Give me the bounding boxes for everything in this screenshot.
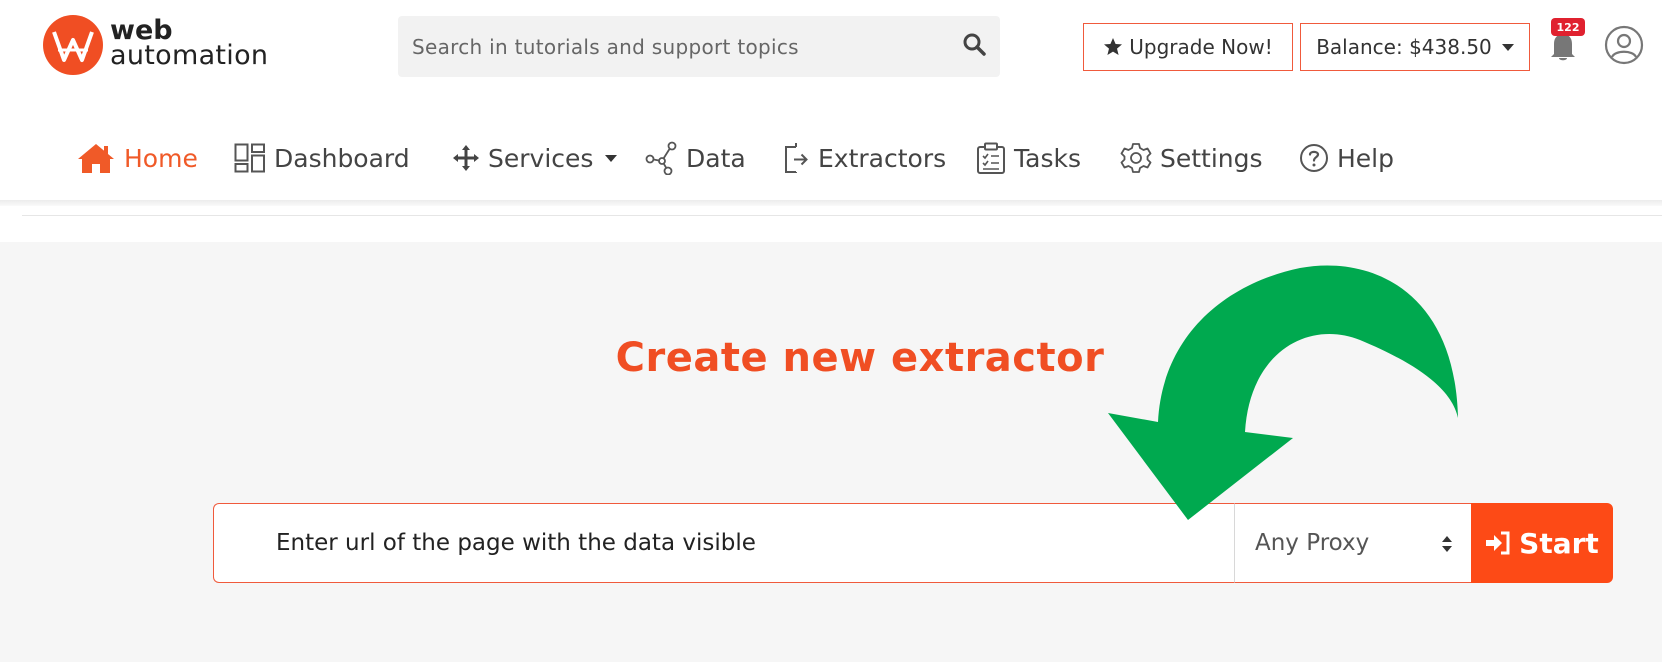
sign-in-icon (1486, 531, 1510, 555)
nav-settings-label: Settings (1160, 143, 1263, 173)
main-nav: Home Dashboard Services Data Extractors … (0, 130, 1662, 186)
nav-home-label: Home (124, 143, 198, 173)
nav-data-label: Data (686, 143, 746, 173)
brand-name-line2: automation (110, 40, 269, 71)
extractor-form: Any Proxy Start (213, 503, 1613, 583)
move-icon (453, 145, 479, 171)
notification-badge: 122 (1551, 18, 1585, 36)
url-input[interactable] (213, 503, 1235, 583)
clipboard-icon (977, 142, 1005, 174)
balance-label: Balance: $438.50 (1316, 35, 1492, 59)
nav-help-label: Help (1337, 143, 1394, 173)
nav-extractors-label: Extractors (818, 143, 947, 173)
dashboard-icon (234, 143, 265, 173)
nav-data[interactable]: Data (644, 130, 746, 186)
start-label: Start (1519, 526, 1599, 560)
logo-icon (43, 15, 103, 75)
nav-settings[interactable]: Settings (1120, 130, 1263, 186)
star-icon (1104, 38, 1123, 55)
chevron-down-icon (605, 154, 618, 162)
upgrade-button[interactable]: Upgrade Now! (1083, 23, 1293, 71)
page-title: Create new extractor (615, 335, 1105, 381)
search-box (398, 16, 1000, 77)
nav-extractors[interactable]: Extractors (784, 130, 946, 186)
nav-help[interactable]: Help (1299, 130, 1394, 186)
home-icon (78, 144, 114, 173)
nav-shadow (0, 200, 1662, 206)
nav-home[interactable]: Home (76, 130, 198, 186)
nav-services-label: Services (488, 143, 594, 173)
select-arrows-icon (1442, 536, 1452, 552)
nav-services[interactable]: Services (452, 130, 618, 186)
divider (22, 215, 1662, 216)
start-button[interactable]: Start (1471, 503, 1613, 583)
balance-dropdown[interactable]: Balance: $438.50 (1300, 23, 1530, 71)
nav-dashboard[interactable]: Dashboard (234, 130, 410, 186)
nodes-icon (645, 141, 677, 175)
help-icon (1300, 144, 1328, 172)
search-icon[interactable] (960, 30, 990, 60)
nav-tasks-label: Tasks (1014, 143, 1081, 173)
proxy-selected-value: Any Proxy (1255, 530, 1370, 556)
search-input[interactable] (398, 16, 938, 77)
chevron-down-icon (1501, 43, 1514, 51)
nav-dashboard-label: Dashboard (274, 143, 410, 173)
upgrade-label: Upgrade Now! (1129, 35, 1273, 59)
gear-icon (1120, 143, 1152, 173)
main-content (0, 242, 1662, 662)
brand-logo[interactable]: web automation (42, 14, 302, 76)
proxy-select[interactable]: Any Proxy (1234, 503, 1471, 583)
sign-out-icon (785, 143, 808, 173)
top-bar: web automation Upgrade Now! Balance: $43… (0, 0, 1662, 95)
nav-tasks[interactable]: Tasks (976, 130, 1081, 186)
user-avatar-icon[interactable] (1604, 25, 1644, 65)
